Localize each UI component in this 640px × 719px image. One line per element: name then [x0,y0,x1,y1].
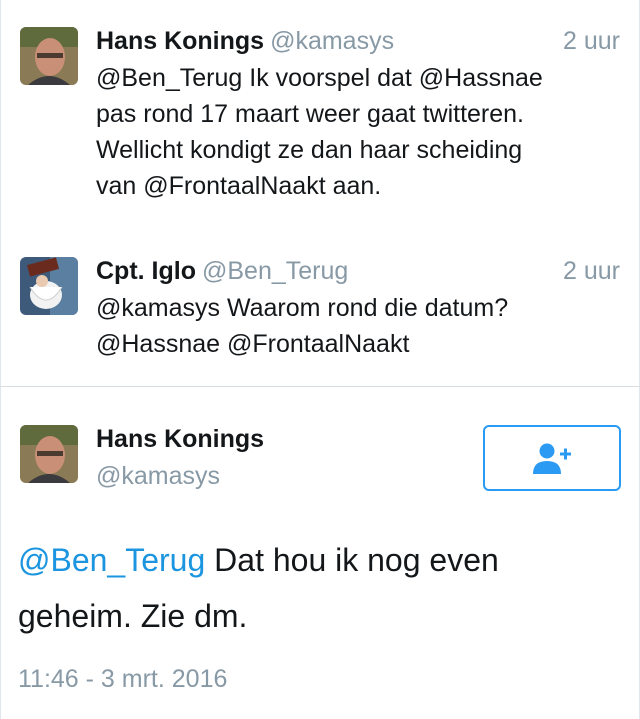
tweet-header: Hans Konings @kamasys 2 uur [96,24,620,58]
author-handle[interactable]: @Ben_Terug [202,257,348,285]
tweet-text: @kamasys Waarom rond die datum? @Hassnae… [96,290,616,362]
avatar[interactable] [20,425,78,483]
tweet-text-line: pas rond 17 maart weer gaat twitteren. [96,100,525,128]
tweet-text-line: @Ben_Terug Ik voorspel dat @Hassnae [96,64,543,92]
author-name[interactable]: Cpt. Iglo [96,257,196,285]
tweet-text-line: van @FrontaalNaakt aan. [96,172,382,200]
reply-tweet-2[interactable]: Cpt. Iglo @Ben_Terug 2 uur @kamasys Waaro… [0,230,640,386]
tweet-header: Cpt. Iglo @Ben_Terug 2 uur [96,254,620,288]
avatar[interactable] [20,27,78,85]
author-handle[interactable]: @kamasys [96,459,220,493]
tweet-text-line: Wellicht kondigt ze dan haar scheiding [96,136,523,164]
author-name[interactable]: Hans Konings [96,27,264,55]
tweet-text-line: geheim. Zie dm. [18,598,248,634]
tweet-text-line: @Hassnae @FrontaalNaakt [96,330,410,358]
tweet-timestamp[interactable]: 11:46 - 3 mrt. 2016 [18,662,227,696]
mention-link[interactable]: @Ben_Terug [18,542,205,578]
reply-tweet-1[interactable]: Hans Konings @kamasys 2 uur @Ben_Terug Ik… [0,0,640,230]
author-name[interactable]: Hans Konings [96,422,264,456]
add-user-icon [533,443,571,474]
tweet-text-line: Dat hou ik nog even [205,542,499,578]
tweet-text-line: @kamasys Waarom rond die datum? [96,294,509,322]
divider [0,386,640,387]
author-handle[interactable]: @kamasys [270,27,394,55]
tweet-time[interactable]: 2 uur [563,24,620,58]
tweet-time[interactable]: 2 uur [563,254,620,288]
tweet-text: @Ben_Terug Ik voorspel dat @Hassnae pas … [96,60,616,204]
tweet-text: @Ben_Terug Dat hou ik nog even geheim. Z… [18,532,620,644]
avatar[interactable] [20,257,78,315]
follow-button[interactable] [483,425,621,491]
